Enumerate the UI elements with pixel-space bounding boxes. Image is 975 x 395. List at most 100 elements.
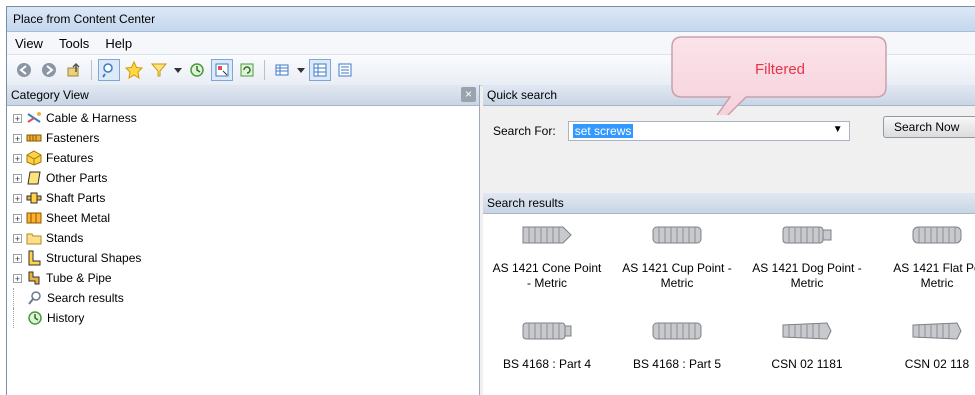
search-input[interactable]: set screws ▼ xyxy=(567,121,850,141)
features-icon xyxy=(26,150,42,166)
result-item[interactable]: AS 1421 Dog Point - Metric xyxy=(743,223,871,291)
set-screw-flat-icon xyxy=(912,226,962,244)
tree-item-fasteners[interactable]: + Fasteners xyxy=(7,128,479,148)
toolbar-separator xyxy=(91,60,92,80)
expand-icon[interactable]: + xyxy=(13,113,22,123)
search-results-icon xyxy=(27,290,43,306)
dropdown-arrow-icon[interactable] xyxy=(296,59,306,81)
window-title: Place from Content Center xyxy=(13,12,156,26)
folder-icon xyxy=(26,230,42,246)
tree-connector xyxy=(13,288,23,308)
result-item[interactable]: BS 4168 : Part 4 xyxy=(483,319,611,372)
set-screw-cone-icon xyxy=(522,226,572,244)
result-label: BS 4168 : Part 4 xyxy=(502,357,592,371)
result-label: AS 1421 Flat Po xyxy=(893,261,975,275)
tree-item-label: Other Parts xyxy=(46,171,108,185)
result-label: BS 4168 : Part 5 xyxy=(632,357,722,371)
result-label: Metric xyxy=(660,276,694,290)
search-now-button[interactable]: Search Now xyxy=(883,116,975,138)
set-screw-cup-icon xyxy=(652,226,702,244)
tree-item-label: Shaft Parts xyxy=(46,191,106,205)
forward-icon[interactable] xyxy=(38,59,60,81)
tree-item-label: Tube & Pipe xyxy=(46,271,112,285)
close-icon[interactable]: × xyxy=(461,87,476,102)
tree-item-label: History xyxy=(47,311,85,325)
result-item[interactable]: AS 1421 Flat Po Metric xyxy=(873,223,975,291)
set-screw-icon xyxy=(522,322,572,340)
tree-item-other-parts[interactable]: + Other Parts xyxy=(7,168,479,188)
result-label: CSN 02 1181 xyxy=(771,357,843,371)
fasteners-icon xyxy=(26,130,42,146)
search-results-title: Search results xyxy=(487,196,564,210)
menu-tools[interactable]: Tools xyxy=(51,36,97,51)
expand-icon[interactable]: + xyxy=(13,133,22,143)
tree-item-search-results[interactable]: Search results xyxy=(7,288,479,308)
other-parts-icon xyxy=(26,170,42,186)
tree-item-sheet-metal[interactable]: + Sheet Metal xyxy=(7,208,479,228)
table-view-icon[interactable] xyxy=(271,59,293,81)
result-label: AS 1421 Cup Point - xyxy=(622,261,732,275)
result-item[interactable]: AS 1421 Cup Point - Metric xyxy=(613,223,741,291)
search-results-pane: Search results AS 1421 Cone Point - Metr… xyxy=(483,193,975,395)
tree-item-stands[interactable]: + Stands xyxy=(7,228,479,248)
refresh-icon[interactable] xyxy=(236,59,258,81)
tree-item-structural-shapes[interactable]: + Structural Shapes xyxy=(7,248,479,268)
result-label: Metric xyxy=(920,276,954,290)
sheet-metal-icon xyxy=(26,210,42,226)
tree-item-label: Search results xyxy=(47,291,124,305)
search-results-header: Search results xyxy=(483,193,975,214)
result-item[interactable]: AS 1421 Cone Point - Metric xyxy=(483,223,611,291)
cable-harness-icon xyxy=(26,110,42,126)
history-icon[interactable] xyxy=(186,59,208,81)
tree-item-shaft-parts[interactable]: + Shaft Parts xyxy=(7,188,479,208)
tree-item-tube-pipe[interactable]: + Tube & Pipe xyxy=(7,268,479,288)
result-label: AS 1421 Cone Point xyxy=(492,261,602,275)
category-view-header: Category View × xyxy=(7,85,479,106)
expand-icon[interactable]: + xyxy=(13,233,22,243)
menu-help[interactable]: Help xyxy=(97,36,140,51)
set-screw-icon xyxy=(782,322,832,340)
tree-item-cable-harness[interactable]: + Cable & Harness xyxy=(7,108,479,128)
tree-connector xyxy=(13,308,23,328)
tree-item-label: Sheet Metal xyxy=(46,211,111,225)
view-mode-icon[interactable] xyxy=(211,59,233,81)
expand-icon[interactable]: + xyxy=(13,173,22,183)
search-for-label: Search For: xyxy=(493,124,556,138)
tree-item-features[interactable]: + Features xyxy=(7,148,479,168)
callout-text: Filtered xyxy=(754,61,806,78)
list-view-icon[interactable] xyxy=(334,59,356,81)
up-icon[interactable] xyxy=(63,59,85,81)
tube-pipe-icon xyxy=(26,270,42,286)
set-screw-dog-icon xyxy=(782,226,832,244)
search-toggle-icon[interactable] xyxy=(98,59,120,81)
expand-icon[interactable]: + xyxy=(13,273,22,283)
back-icon[interactable] xyxy=(13,59,35,81)
expand-icon[interactable]: + xyxy=(13,253,22,263)
filtered-callout: Filtered xyxy=(670,35,890,115)
tree-item-history[interactable]: History xyxy=(7,308,479,328)
chevron-down-icon[interactable]: ▼ xyxy=(833,124,843,135)
expand-icon[interactable]: + xyxy=(13,213,22,223)
favorites-icon[interactable] xyxy=(123,59,145,81)
structural-shapes-icon xyxy=(26,250,42,266)
set-screw-icon xyxy=(652,322,702,340)
title-bar: Place from Content Center xyxy=(7,7,975,32)
menu-view[interactable]: View xyxy=(7,36,51,51)
expand-icon[interactable]: + xyxy=(13,153,22,163)
toolbar-separator xyxy=(264,60,265,80)
result-item[interactable]: CSN 02 118 xyxy=(873,319,975,372)
result-item[interactable]: BS 4168 : Part 5 xyxy=(613,319,741,372)
tree-item-label: Stands xyxy=(46,231,84,245)
dropdown-arrow-icon[interactable] xyxy=(173,59,183,81)
right-pane: Quick search Search For: set screws ▼ Se… xyxy=(483,85,975,395)
tree-item-label: Structural Shapes xyxy=(46,251,142,265)
filter-icon[interactable] xyxy=(148,59,170,81)
quick-search-title: Quick search xyxy=(487,88,558,102)
result-label: - Metric xyxy=(527,276,567,290)
search-input-value: set screws xyxy=(572,124,634,138)
tree-item-label: Features xyxy=(46,151,94,165)
result-item[interactable]: CSN 02 1181 xyxy=(743,319,871,372)
expand-icon[interactable]: + xyxy=(13,193,22,203)
detail-view-icon[interactable] xyxy=(309,59,331,81)
shaft-parts-icon xyxy=(26,190,42,206)
